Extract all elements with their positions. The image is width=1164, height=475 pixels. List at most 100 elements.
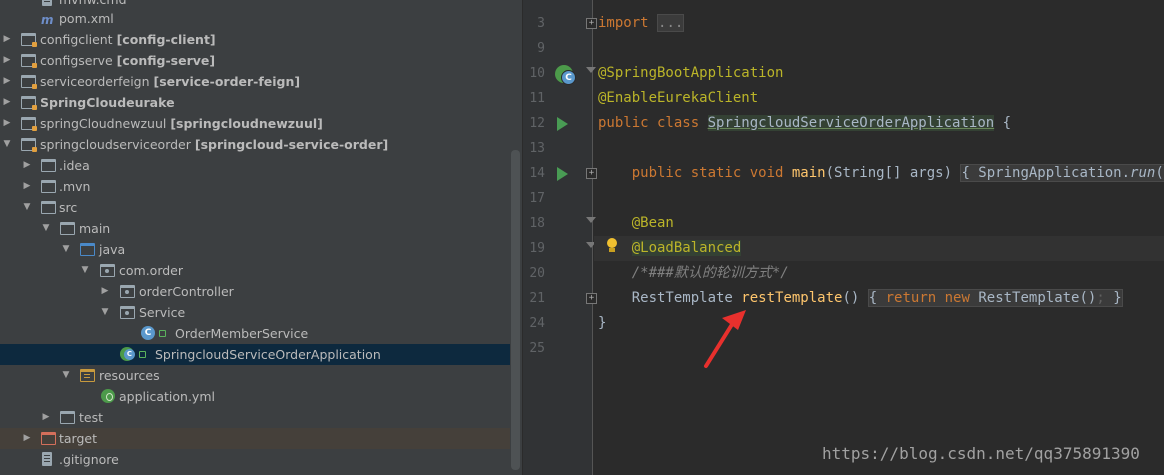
line-number: 13 — [529, 141, 545, 156]
collapse-arrow-icon[interactable]: ▼ — [78, 260, 92, 281]
line-number: 17 — [529, 191, 545, 206]
tree-item-label: .mvn — [59, 179, 91, 194]
code-editor[interactable]: import ... @SpringBootApplication @Enabl… — [594, 0, 1164, 475]
package-icon — [120, 285, 135, 298]
folded-body[interactable]: { SpringApplication. — [961, 165, 1130, 181]
line-number: 3 — [537, 16, 545, 31]
tree-item-label: com.order — [119, 263, 184, 278]
tree-item-ordermemberservice[interactable]: C OrderMemberService — [0, 323, 510, 344]
class-gutter-icon[interactable]: C — [561, 70, 576, 85]
tree-item-springcloudeurake[interactable]: ▶ SpringCloudeurake — [0, 92, 510, 113]
code-line-12[interactable]: public class SpringcloudServiceOrderAppl… — [598, 111, 1011, 136]
params-token: () — [842, 290, 868, 306]
collapse-arrow-icon[interactable]: ▼ — [98, 302, 112, 323]
collapse-arrow-icon[interactable]: ▼ — [59, 365, 73, 386]
module-name: [springcloud-service-order] — [194, 137, 389, 152]
annotation-token: @SpringBootApplication — [598, 65, 784, 81]
folded-imports[interactable]: ... — [657, 14, 685, 32]
expand-arrow-icon[interactable]: ▶ — [0, 29, 14, 50]
folder-icon — [41, 159, 56, 172]
tree-item-configserve[interactable]: ▶ configserve [config-serve] — [0, 50, 510, 71]
tree-item-label: test — [79, 410, 104, 425]
tree-item-springcloudserviceorderapplication[interactable]: C SpringcloudServiceOrderApplication — [0, 344, 510, 365]
expand-arrow-icon[interactable]: ▶ — [0, 71, 14, 92]
tree-item-label: configclient — [40, 32, 113, 47]
code-line-19[interactable]: @LoadBalanced — [594, 236, 1164, 261]
tree-item-service[interactable]: ▼ Service — [0, 302, 510, 323]
expand-arrow-icon[interactable]: ▶ — [98, 281, 112, 302]
code-line-11[interactable]: @EnableEurekaClient — [598, 86, 758, 111]
method-name-token: main — [791, 165, 826, 181]
folder-icon — [60, 411, 75, 424]
tree-item-resources[interactable]: ▼ resources — [0, 365, 510, 386]
collapse-arrow-icon[interactable]: ▼ — [20, 197, 34, 218]
code-token: (Spri — [1155, 165, 1164, 181]
editor-gutter[interactable]: 3 9 10 11 12 13 14 17 18 19 20 21 24 25 … — [522, 0, 597, 475]
tree-item-com-order[interactable]: ▼ com.order — [0, 260, 510, 281]
tree-item-target[interactable]: ▶ target — [0, 428, 510, 449]
run-main-icon[interactable] — [557, 167, 568, 181]
expand-arrow-icon[interactable]: ▶ — [39, 407, 53, 428]
code-line-3[interactable]: import ... — [598, 11, 685, 36]
folder-icon — [60, 222, 75, 235]
code-line-14[interactable]: public static void main(String[] args) {… — [598, 161, 1164, 186]
code-line-10[interactable]: @SpringBootApplication — [598, 61, 783, 86]
tree-item-application-yml[interactable]: application.yml — [0, 386, 510, 407]
run-class-icon[interactable] — [557, 117, 568, 131]
package-icon — [100, 264, 115, 277]
tree-item-pom-xml[interactable]: m pom.xml — [0, 8, 510, 29]
project-tree[interactable]: mvnw.cmd m pom.xml ▶ configclient [confi… — [0, 0, 522, 475]
module-folder-icon — [21, 33, 37, 47]
comment-token: /*###默认的轮训方式*/ — [631, 265, 789, 281]
lightbulb-icon[interactable] — [606, 238, 618, 254]
collapse-arrow-icon[interactable]: ▼ — [0, 134, 14, 155]
expand-arrow-icon[interactable]: ▶ — [0, 92, 14, 113]
line-number: 24 — [529, 316, 545, 331]
module-folder-icon — [21, 75, 37, 89]
tree-item-test[interactable]: ▶ test — [0, 407, 510, 428]
module-folder-icon — [21, 138, 37, 152]
folded-body[interactable]: { — [869, 290, 886, 306]
tree-item-label: .idea — [59, 158, 90, 173]
tree-item-label: Service — [139, 305, 186, 320]
tree-item-main[interactable]: ▼ main — [0, 218, 510, 239]
collapse-arrow-icon[interactable]: ▼ — [39, 218, 53, 239]
params-token: (String[] args) — [825, 165, 961, 181]
tree-item-idea[interactable]: ▶ .idea — [0, 155, 510, 176]
tree-item-label: springCloudnewzuul — [40, 116, 167, 131]
module-folder-icon — [21, 54, 37, 68]
tree-scrollbar[interactable] — [511, 150, 520, 470]
tree-item-serviceorderfeign[interactable]: ▶ serviceorderfeign [service-order-feign… — [0, 71, 510, 92]
tree-item-label: springcloudserviceorder — [40, 137, 191, 152]
code-line-20[interactable]: /*###默认的轮训方式*/ — [598, 261, 789, 286]
file-icon — [42, 0, 52, 6]
expand-arrow-icon[interactable]: ▶ — [20, 155, 34, 176]
code-line-21[interactable]: RestTemplate restTemplate() { return new… — [598, 286, 1123, 311]
tree-item-label: configserve — [40, 53, 113, 68]
keyword-token: import — [598, 15, 649, 31]
code-token: RestTemplate() — [969, 290, 1097, 306]
class-icon: C — [141, 326, 155, 340]
tree-item-label: java — [99, 242, 126, 257]
expand-arrow-icon[interactable]: ▶ — [20, 428, 34, 449]
tree-item-ordercontroller[interactable]: ▶ orderController — [0, 281, 510, 302]
expand-arrow-icon[interactable]: ▶ — [0, 50, 14, 71]
tree-item-label: pom.xml — [59, 11, 114, 26]
maven-icon: m — [41, 13, 54, 27]
tree-item-springcloudnewzuul[interactable]: ▶ springCloudnewzuul [springcloudnewzuul… — [0, 113, 510, 134]
code-line-24[interactable]: } — [598, 311, 606, 336]
collapse-arrow-icon[interactable]: ▼ — [59, 239, 73, 260]
expand-arrow-icon[interactable]: ▶ — [20, 176, 34, 197]
folder-icon — [41, 201, 56, 214]
code-line-18[interactable]: @Bean — [598, 211, 674, 236]
tree-item-mvn[interactable]: ▶ .mvn — [0, 176, 510, 197]
tree-item-springcloudserviceorder[interactable]: ▼ springcloudserviceorder [springcloud-s… — [0, 134, 510, 155]
expand-arrow-icon[interactable]: ▶ — [0, 113, 14, 134]
line-number: 20 — [529, 266, 545, 281]
tree-item-label: orderController — [139, 284, 234, 299]
annotation-token: @EnableEurekaClient — [598, 90, 759, 106]
tree-item-src[interactable]: ▼ src — [0, 197, 510, 218]
tree-item-configclient[interactable]: ▶ configclient [config-client] — [0, 29, 510, 50]
tree-item-gitignore[interactable]: .gitignore — [0, 449, 510, 470]
tree-item-java[interactable]: ▼ java — [0, 239, 510, 260]
